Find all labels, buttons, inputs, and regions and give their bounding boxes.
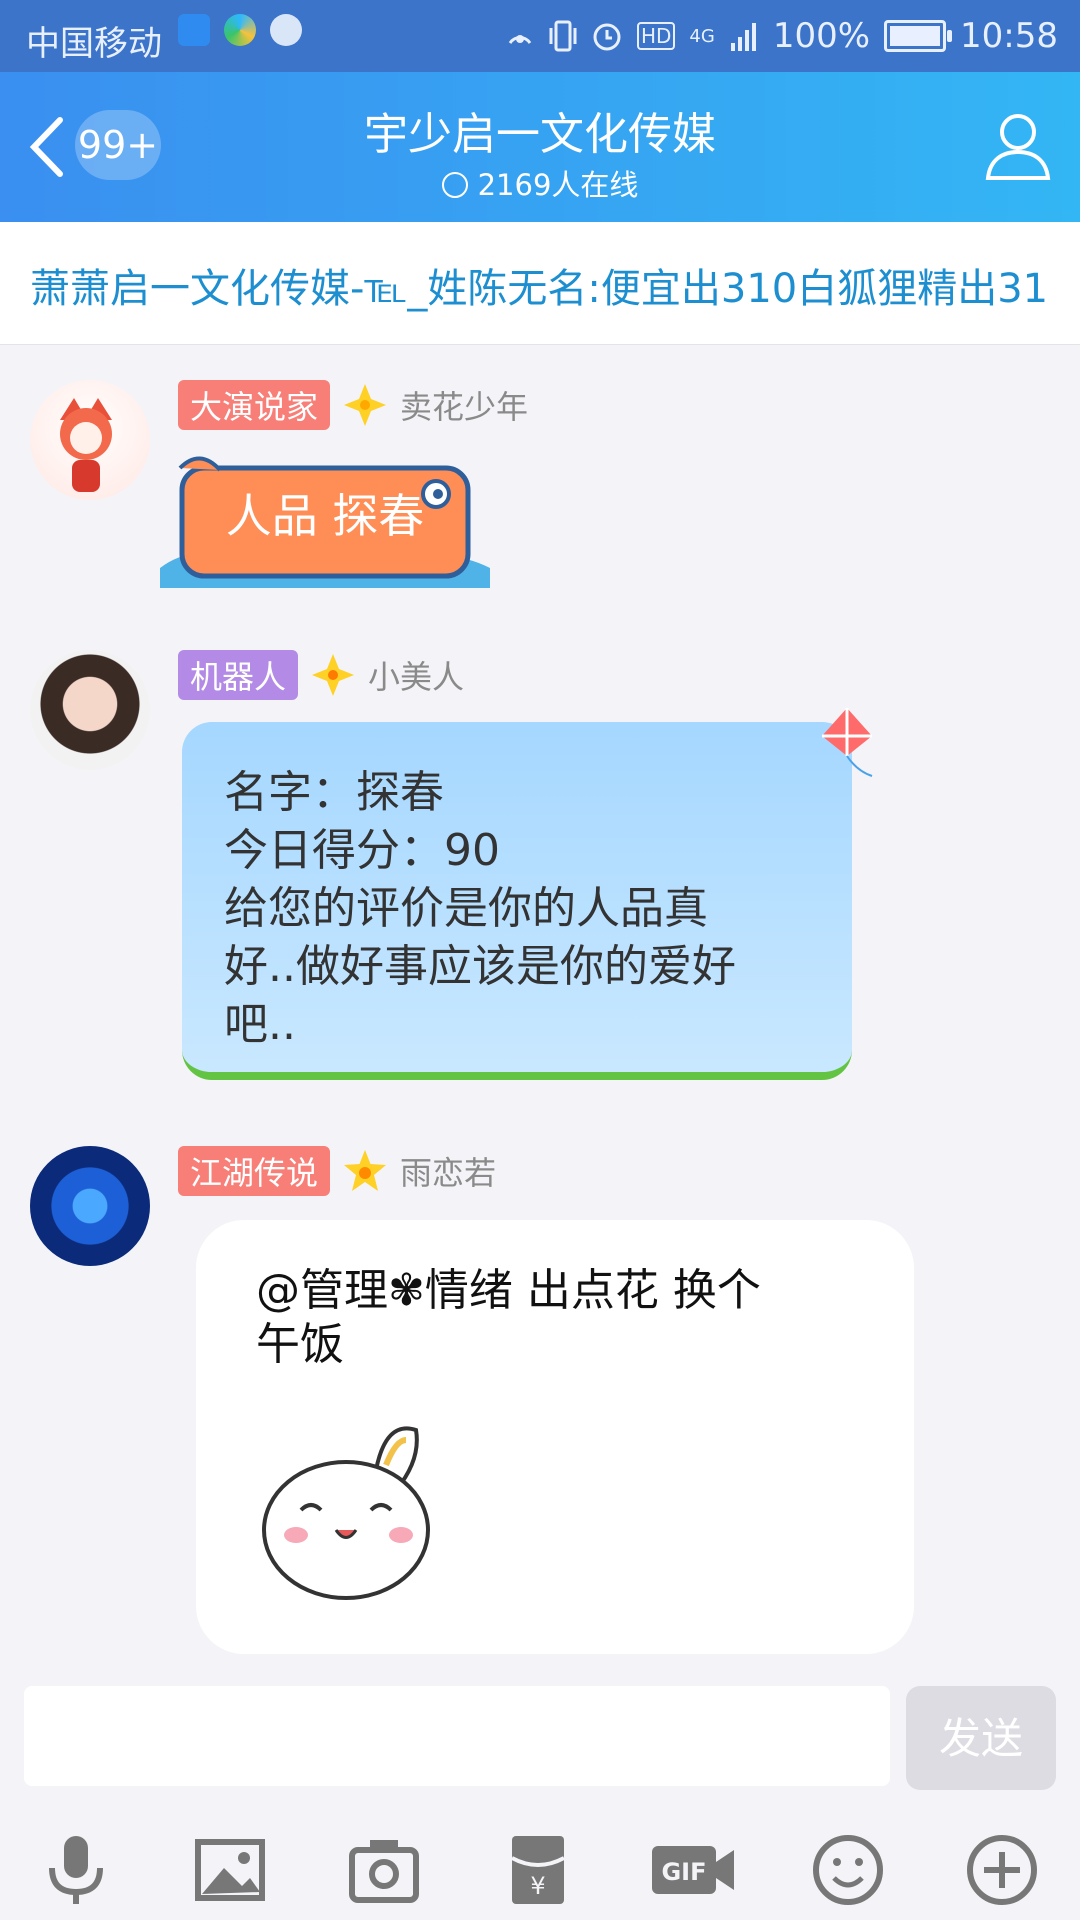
kite-icon xyxy=(822,708,873,777)
hotspot-icon xyxy=(508,35,532,44)
avatar[interactable] xyxy=(30,650,150,770)
send-button[interactable]: 发送 xyxy=(906,1686,1056,1790)
avatar[interactable] xyxy=(30,1146,150,1266)
svg-text:GIF: GIF xyxy=(661,1858,706,1886)
battery-icon xyxy=(884,20,953,52)
signal-icon xyxy=(730,23,756,51)
wechat-icon xyxy=(270,14,302,46)
online-count-label: 2169人在线 xyxy=(477,168,639,202)
member-title-tag: 大演说家 xyxy=(178,380,331,430)
message-line: 给您的评价是你的人品真 xyxy=(224,883,708,934)
hd-badge: HD xyxy=(636,22,676,50)
sticker-fish-message[interactable]: 人品 探春 xyxy=(160,448,490,588)
input-bar: 发送 ¥ GIF xyxy=(0,1672,1080,1920)
vibrate-icon xyxy=(549,20,577,52)
avatar[interactable] xyxy=(30,380,150,500)
chat-header: 99+ 宇少启一文化传媒 2169人在线 xyxy=(0,72,1080,222)
browser-icon xyxy=(224,14,256,46)
alarm-icon xyxy=(593,23,621,51)
message-line: 好..做好事应该是你的爱好 xyxy=(224,941,736,992)
battery-percent: 100% xyxy=(772,16,871,56)
mic-icon[interactable] xyxy=(38,1832,114,1908)
shield-icon xyxy=(178,14,210,46)
image-icon[interactable] xyxy=(192,1832,268,1908)
sticker-text: 人品 探春 xyxy=(225,489,425,543)
camera-icon[interactable] xyxy=(346,1832,422,1908)
message-line: 吧.. xyxy=(224,999,296,1050)
clock: 10:58 xyxy=(960,16,1058,56)
bunny-sticker xyxy=(262,1426,430,1600)
gif-icon[interactable]: GIF xyxy=(650,1832,736,1908)
group-members-icon[interactable] xyxy=(980,108,1056,182)
message-line: 今日得分：90 xyxy=(224,825,500,876)
message-line: @管理✾情绪 出点花 换个 xyxy=(256,1265,761,1316)
message-line: 午饭 xyxy=(256,1319,344,1370)
chevron-down-icon xyxy=(441,172,468,198)
announcement-ticker[interactable]: 萧萧启一文化传媒-℡_姓陈无名:便宜出310白狐狸精出31 xyxy=(0,222,1080,345)
level-star-icon xyxy=(344,384,387,426)
toolbar: ¥ GIF xyxy=(0,1832,1080,1912)
cartoon-fox-avatar xyxy=(60,398,112,492)
online-count[interactable]: 2169人在线 xyxy=(0,162,1080,204)
emoji-icon[interactable] xyxy=(810,1832,886,1908)
ticker-text: 萧萧启一文化传媒-℡_姓陈无名:便宜出310白狐狸精出31 xyxy=(30,266,1049,312)
bot-message-bubble[interactable]: 名字：探春 今日得分：90 给您的评价是你的人品真 好..做好事应该是你的爱好 … xyxy=(182,722,852,1080)
member-title-tag: 机器人 xyxy=(178,650,299,700)
chat-message-bubble[interactable]: @管理✾情绪 出点花 换个 午饭 xyxy=(196,1220,914,1654)
message-line: 名字：探春 xyxy=(224,767,444,818)
sender-nickname[interactable]: 卖花少年 xyxy=(400,382,528,428)
network-type: 4G xyxy=(689,25,715,47)
plus-icon[interactable] xyxy=(964,1832,1040,1908)
status-bar: 中国移动 HD 4G 100% 10:58 xyxy=(0,0,1080,72)
group-title[interactable]: 宇少启一文化传媒 xyxy=(0,98,1080,162)
level-star-icon xyxy=(312,654,355,696)
level-star-icon xyxy=(344,1150,387,1191)
sender-nickname[interactable]: 小美人 xyxy=(368,652,464,698)
message-input[interactable] xyxy=(24,1686,890,1786)
member-title-tag: 江湖传说 xyxy=(178,1146,331,1196)
carrier-label: 中国移动 xyxy=(26,24,162,64)
red-packet-icon[interactable]: ¥ xyxy=(500,1832,576,1908)
sender-nickname[interactable]: 雨恋若 xyxy=(400,1148,496,1194)
svg-text:¥: ¥ xyxy=(530,1872,545,1900)
